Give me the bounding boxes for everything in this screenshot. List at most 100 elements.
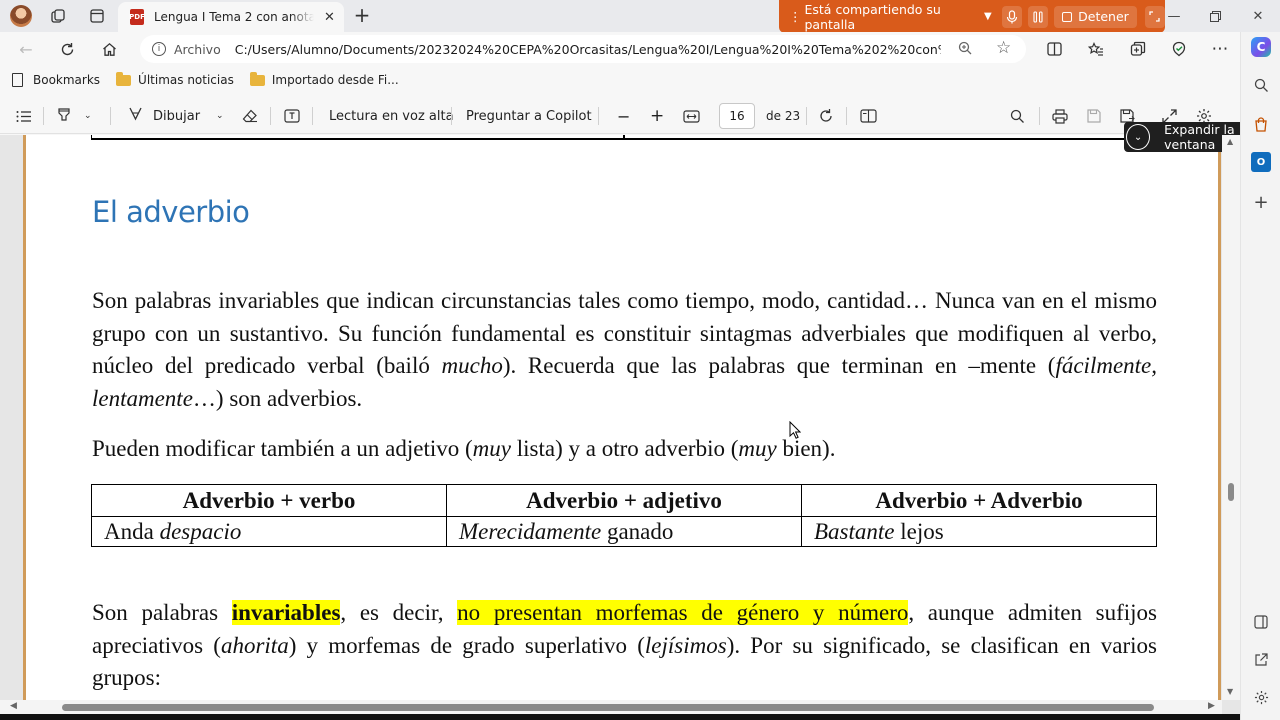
workspaces-icon[interactable]: [45, 4, 71, 28]
chevron-down-icon[interactable]: ⌄: [1126, 124, 1151, 150]
minimize-button[interactable]: —: [1152, 0, 1196, 32]
home-button[interactable]: [95, 36, 123, 62]
bookmark-label: Últimas noticias: [138, 73, 234, 87]
close-tab-icon[interactable]: ✕: [324, 10, 335, 25]
bookmark-label: Importado desde Fi...: [271, 73, 399, 87]
restore-button[interactable]: [1193, 0, 1237, 32]
favorite-star-icon[interactable]: ☆: [996, 38, 1011, 58]
profile-avatar[interactable]: [10, 5, 32, 27]
toolbar-divider: [312, 107, 313, 125]
add-text-icon[interactable]: [284, 106, 300, 126]
pause-icon[interactable]: [1027, 5, 1049, 28]
cell-text: Anda: [104, 518, 160, 544]
highlight-annotation[interactable]: no presentan morfemas de género y número: [457, 600, 909, 625]
draw-tool-button[interactable]: Dibujar ⌄: [128, 106, 224, 126]
bookmark-item-importado[interactable]: Importado desde Fi...: [249, 71, 399, 87]
chevron-down-icon[interactable]: ⌄: [216, 111, 224, 121]
highlight-annotation[interactable]: invariables: [231, 600, 341, 625]
draw-label: Dibujar: [153, 108, 201, 124]
bookmarks-icon: [12, 73, 23, 87]
back-button[interactable]: ←: [12, 36, 40, 62]
adverb-examples-table: Adverbio + verbo Adverbio + adjetivo Adv…: [91, 484, 1157, 547]
sidebar-panel-icon[interactable]: [1251, 612, 1271, 632]
zoom-icon[interactable]: [958, 41, 972, 59]
page-view-icon[interactable]: [860, 106, 877, 126]
favorites-icon[interactable]: [1082, 36, 1110, 62]
open-external-icon[interactable]: [1251, 650, 1271, 670]
tab-pdf-document[interactable]: PDF Lengua I Tema 2 con anotaciones ✕: [118, 2, 344, 32]
scroll-down-arrow-icon[interactable]: ▼: [1227, 687, 1233, 696]
browser-essentials-icon[interactable]: [1165, 36, 1193, 62]
bookmark-item-bookmarks[interactable]: Bookmarks: [12, 73, 100, 87]
zoom-out-button[interactable]: −: [617, 106, 630, 126]
chevron-down-icon[interactable]: ⌄: [84, 111, 92, 121]
refresh-button[interactable]: [53, 36, 81, 62]
screen-share-bar: ⋮ Está compartiendo su pantalla ▼ Detene…: [779, 0, 1166, 33]
bookmarks-bar: Bookmarks Últimas noticias Importado des…: [0, 66, 1240, 94]
paragraph-definition: Son palabras invariables que indican cir…: [92, 288, 1157, 411]
sidebar-settings-icon[interactable]: [1251, 687, 1271, 707]
table-cell: Merecidamente ganado: [446, 516, 802, 547]
ask-copilot-button[interactable]: Preguntar a Copilot: [466, 106, 592, 126]
copilot-icon[interactable]: C: [1251, 37, 1271, 57]
stop-icon: [1062, 11, 1073, 22]
print-icon[interactable]: [1052, 106, 1068, 126]
navigation-bar: ← i Archivo C:/Users/Alumno/Documents/20…: [0, 32, 1240, 66]
address-scheme: Archivo: [174, 41, 221, 57]
scroll-right-arrow-icon[interactable]: ▶: [1208, 701, 1215, 711]
stop-sharing-button[interactable]: Detener: [1054, 5, 1137, 28]
toolbar-divider: [598, 107, 599, 125]
info-icon[interactable]: i: [152, 42, 166, 56]
toolbar-divider: [270, 107, 271, 125]
new-tab-button[interactable]: +: [350, 4, 374, 28]
add-sidebar-app-icon[interactable]: +: [1251, 192, 1271, 213]
page-number-input[interactable]: 16: [719, 103, 755, 129]
scroll-left-arrow-icon[interactable]: ◀: [10, 701, 17, 711]
outlook-icon[interactable]: O: [1251, 152, 1271, 172]
address-bar[interactable]: i Archivo C:/Users/Alumno/Documents/2023…: [140, 35, 1026, 63]
pdf-icon: PDF: [129, 9, 145, 25]
settings-and-more-icon[interactable]: ⋯: [1206, 36, 1234, 62]
split-screen-icon[interactable]: [1040, 36, 1068, 62]
tab-title: Lengua I Tema 2 con anotaciones: [154, 10, 314, 24]
table-of-contents-icon[interactable]: [16, 106, 32, 126]
save-icon[interactable]: [1087, 106, 1101, 126]
tab-actions-icon[interactable]: [84, 4, 110, 28]
cell-italic-text: despacio: [159, 518, 242, 544]
highlighter-icon: [56, 106, 72, 126]
taskbar-edge: [0, 714, 1240, 720]
sidebar-search-icon[interactable]: [1251, 75, 1271, 95]
chevron-down-icon[interactable]: ▼: [984, 11, 992, 22]
vertical-scrollbar[interactable]: ▲ ▼: [1222, 135, 1240, 700]
zoom-in-button[interactable]: +: [650, 106, 664, 126]
pdf-viewer[interactable]: El adverbio Son palabras invariables que…: [0, 135, 1240, 720]
previous-table-bottom: [91, 135, 1157, 140]
address-url: C:/Users/Alumno/Documents/20232024%20CEP…: [234, 41, 941, 57]
fit-to-width-icon[interactable]: [683, 106, 700, 126]
drag-handle-icon[interactable]: ⋮: [789, 9, 801, 24]
collections-icon[interactable]: [1124, 36, 1152, 62]
highlight-tool-button[interactable]: ⌄: [56, 106, 92, 126]
scroll-up-arrow-icon[interactable]: ▲: [1227, 137, 1233, 146]
bookmark-item-ultimas-noticias[interactable]: Últimas noticias: [116, 71, 234, 87]
rotate-icon[interactable]: [818, 106, 834, 126]
cell-italic-text: Merecidamente: [459, 518, 602, 544]
table-header-cell: Adverbio + verbo: [91, 484, 447, 517]
folder-icon: [249, 71, 265, 86]
microphone-icon[interactable]: [1001, 5, 1022, 28]
eraser-icon[interactable]: [242, 106, 258, 126]
toolbar-divider: [806, 107, 807, 125]
toolbar-divider: [110, 107, 111, 125]
read-aloud-button[interactable]: Lectura en voz alta: [329, 106, 454, 126]
table-header-row: Adverbio + verbo Adverbio + adjetivo Adv…: [91, 484, 1157, 517]
table-row: Anda despacio Merecidamente ganado Basta…: [91, 516, 1157, 547]
horizontal-scroll-thumb[interactable]: [62, 704, 1154, 711]
close-window-button[interactable]: ✕: [1236, 0, 1280, 32]
cell-italic-text: Bastante: [814, 518, 895, 544]
search-icon[interactable]: [1010, 106, 1025, 126]
shopping-icon[interactable]: [1251, 114, 1271, 134]
tab-strip: PDF Lengua I Tema 2 con anotaciones ✕ + …: [0, 0, 1280, 33]
horizontal-scrollbar[interactable]: ◀ ▶: [0, 700, 1222, 714]
vertical-scroll-thumb[interactable]: [1228, 483, 1234, 501]
pen-icon: [128, 107, 143, 126]
